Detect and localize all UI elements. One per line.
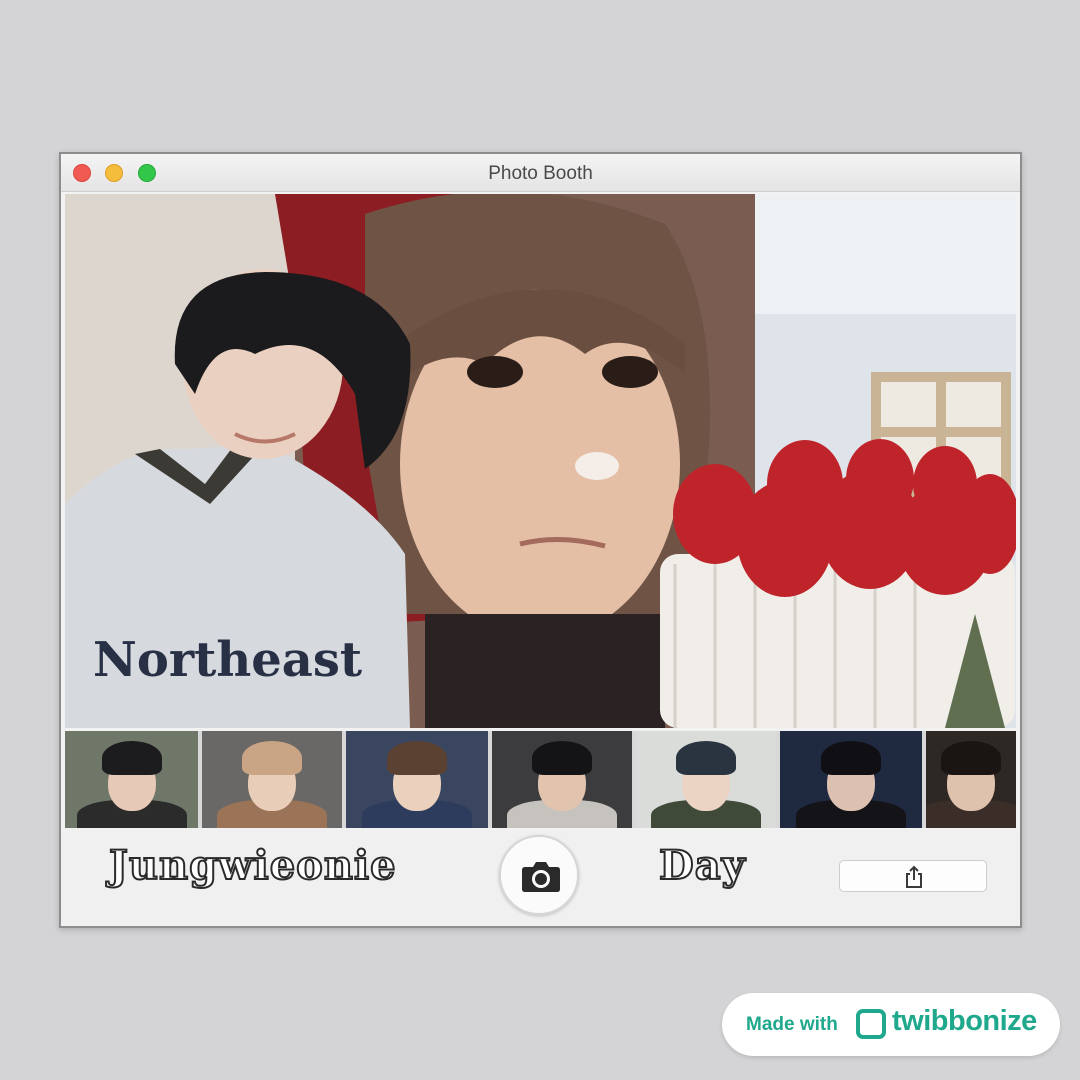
sweater-text: Northeast: [93, 632, 362, 688]
thumbnail[interactable]: [780, 731, 922, 828]
thumbnail-strip: [65, 731, 1016, 828]
window-title: Photo Booth: [488, 163, 593, 184]
caption-left: Jungwieonie: [108, 841, 397, 890]
camera-preview: Northeast: [65, 194, 1016, 728]
photo-booth-window: Photo Booth Northeast Jungwieonie Day: [59, 152, 1022, 928]
caption-right: Day: [658, 841, 746, 890]
thumbnail[interactable]: [636, 731, 776, 828]
title-bar[interactable]: Photo Booth: [61, 154, 1020, 192]
share-button[interactable]: [839, 860, 987, 892]
thumbnail[interactable]: [926, 731, 1016, 828]
twibbonize-logo-icon: [856, 1009, 886, 1039]
shutter-button[interactable]: [499, 835, 579, 915]
cake: [660, 439, 1016, 728]
thumbnail[interactable]: [346, 731, 488, 828]
thumbnail[interactable]: [65, 731, 198, 828]
camera-icon: [522, 862, 560, 892]
thumbnail[interactable]: [202, 731, 342, 828]
thumbnail[interactable]: [492, 731, 632, 828]
twibbonize-badge[interactable]: Made with twibbonize: [722, 993, 1060, 1056]
made-with-label: Made with: [746, 1014, 838, 1035]
preview-image: Northeast: [65, 194, 1016, 728]
bottom-toolbar: Jungwieonie Day: [61, 830, 1020, 926]
share-icon: [906, 865, 922, 888]
twibbonize-brand: twibbonize: [892, 1005, 1037, 1037]
